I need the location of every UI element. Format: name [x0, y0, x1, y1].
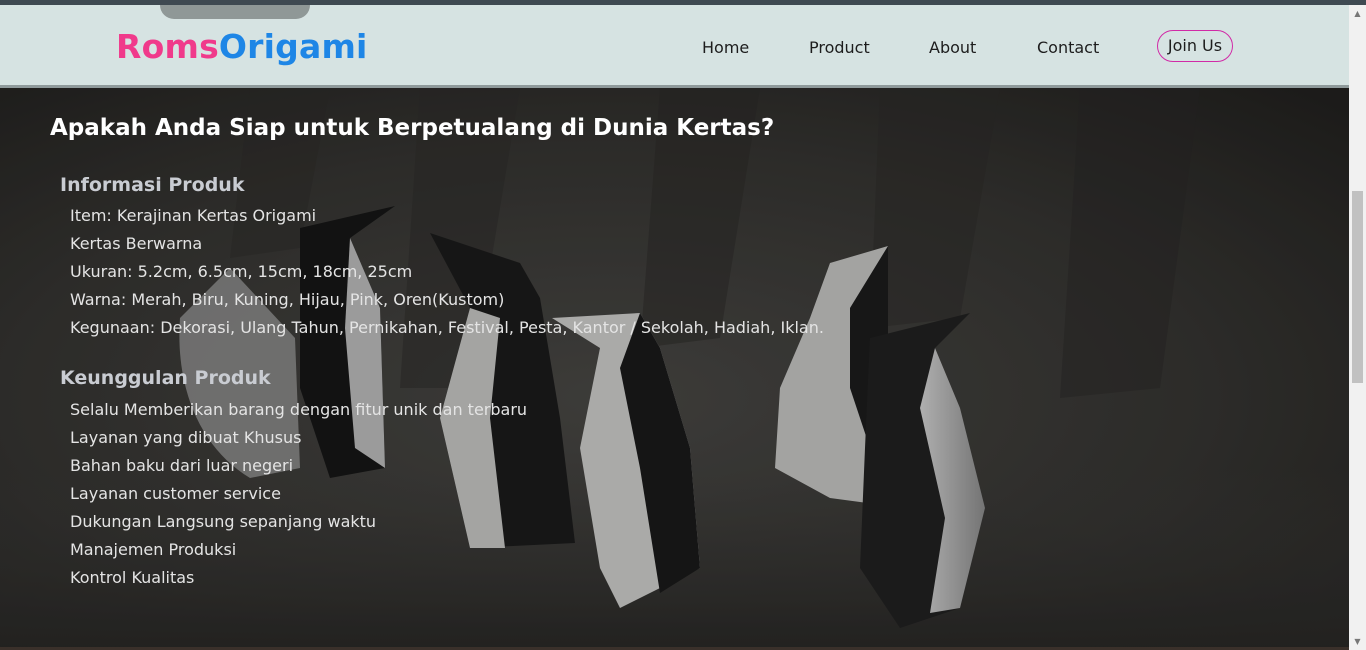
product-advantage-item: Kontrol Kualitas — [70, 568, 195, 587]
product-advantages-title: Keunggulan Produk — [60, 367, 271, 389]
product-info-item: Kegunaan: Dekorasi, Ulang Tahun, Pernika… — [70, 318, 824, 337]
product-info-item: Warna: Merah, Biru, Kuning, Hijau, Pink,… — [70, 290, 505, 309]
product-advantage-item: Layanan customer service — [70, 484, 281, 503]
product-advantages-list: Selalu Memberikan barang dengan fitur un… — [70, 396, 527, 592]
product-info-title: Informasi Produk — [60, 174, 245, 196]
product-advantage-item: Bahan baku dari luar negeri — [70, 456, 294, 475]
vertical-scrollbar[interactable]: ▲ ▼ — [1349, 5, 1366, 650]
product-info-list: Item: Kerajinan Kertas Origami Kertas Be… — [70, 202, 824, 342]
product-advantage-item: Layanan yang dibuat Khusus — [70, 428, 302, 447]
brand-logo[interactable]: RomsOrigami — [116, 27, 368, 66]
product-advantage-item: Dukungan Langsung sepanjang waktu — [70, 512, 377, 531]
page: RomsOrigami Home Product About Contact J… — [0, 0, 1366, 650]
hero-content: Apakah Anda Siap untuk Berpetualang di D… — [0, 88, 1349, 650]
navbar-tab-decoration — [160, 5, 310, 19]
scroll-down-arrow-icon[interactable]: ▼ — [1349, 633, 1366, 650]
nav-link-product[interactable]: Product — [809, 38, 870, 57]
hero-section: Apakah Anda Siap untuk Berpetualang di D… — [0, 88, 1349, 650]
scrollbar-thumb[interactable] — [1352, 191, 1363, 383]
nav-link-home[interactable]: Home — [702, 38, 749, 57]
product-advantage-item: Selalu Memberikan barang dengan fitur un… — [70, 400, 528, 419]
join-us-button[interactable]: Join Us — [1157, 30, 1233, 62]
product-info-item: Kertas Berwarna — [70, 234, 203, 253]
product-advantage-item: Manajemen Produksi — [70, 540, 237, 559]
brand-logo-part2: Origami — [218, 27, 368, 66]
nav-link-contact[interactable]: Contact — [1037, 38, 1099, 57]
nav-link-about[interactable]: About — [929, 38, 976, 57]
product-info-item: Ukuran: 5.2cm, 6.5cm, 15cm, 18cm, 25cm — [70, 262, 413, 281]
hero-headline: Apakah Anda Siap untuk Berpetualang di D… — [50, 115, 775, 141]
scroll-up-arrow-icon[interactable]: ▲ — [1349, 5, 1366, 22]
navbar: RomsOrigami Home Product About Contact J… — [0, 5, 1349, 88]
product-info-item: Item: Kerajinan Kertas Origami — [70, 206, 317, 225]
brand-logo-part1: Roms — [116, 27, 219, 66]
